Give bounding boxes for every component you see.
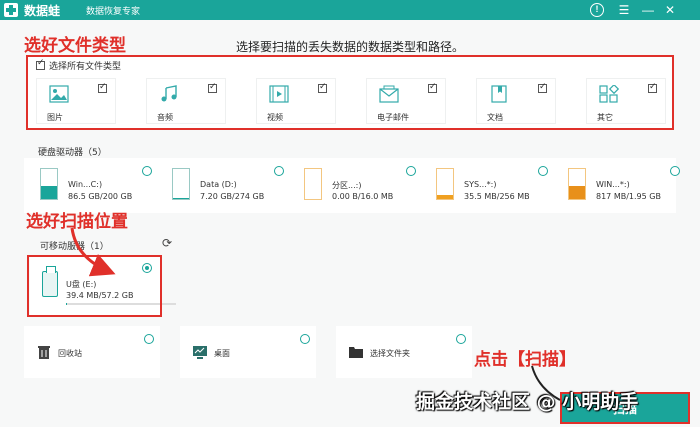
location-recycle-bin[interactable]: 回收站 — [24, 326, 160, 378]
app-subtitle: 数据恢复专家 — [86, 7, 141, 17]
location-radio[interactable] — [300, 334, 310, 344]
drive-name: Win...C:) — [68, 180, 103, 189]
location-radio[interactable] — [144, 334, 154, 344]
removable-label: 可移动服器（1） — [40, 239, 109, 252]
removable-label-text: 可移动服 — [40, 242, 77, 252]
drive-name: SYS...*:) — [464, 180, 497, 189]
drive-item[interactable]: Win...C:) 86.5 GB/200 GB — [28, 158, 154, 208]
hard-drives-label: 硬盘驱动器（5） — [38, 148, 107, 158]
desktop-icon — [193, 346, 207, 359]
annotation-step3: 点击【扫描】 — [474, 350, 576, 370]
folder-icon — [349, 347, 363, 358]
removable-label-suffix: 器（1） — [76, 242, 109, 252]
close-icon[interactable]: ✕ — [662, 2, 678, 18]
location-label: 桌面 — [214, 349, 230, 358]
help-icon[interactable]: ! — [590, 3, 604, 17]
instruction-text: 选择要扫描的丢失数据的数据类型和路径。 — [236, 40, 465, 54]
drive-size: 86.5 GB/200 GB — [68, 192, 133, 201]
hard-drives-panel: Win...C:) 86.5 GB/200 GB Data (D:) 7.20 … — [24, 158, 680, 213]
location-select-folder[interactable]: 选择文件夹 — [336, 326, 472, 378]
hard-drive-icon — [172, 168, 190, 200]
drive-radio[interactable] — [142, 166, 152, 176]
drive-size: 7.20 GB/274 GB — [200, 192, 265, 201]
drive-item[interactable]: SYS...*:) 35.5 MB/256 MB — [424, 158, 550, 208]
annotation-step1: 选好文件类型 — [24, 36, 126, 56]
hard-drive-icon — [568, 168, 586, 200]
drive-item[interactable]: 分区...:) 0.00 B/16.0 MB — [292, 158, 418, 208]
drive-size: 817 MB/1.95 GB — [596, 192, 661, 201]
annotation-box-location — [27, 255, 162, 317]
drive-name: 分区...:) — [332, 181, 362, 190]
drive-radio[interactable] — [670, 166, 680, 176]
hard-drive-icon — [40, 168, 58, 200]
recycle-bin-icon — [38, 346, 50, 359]
location-label: 回收站 — [58, 349, 82, 358]
minimize-icon[interactable]: — — [640, 2, 656, 18]
refresh-icon[interactable]: ⟳ — [162, 236, 172, 250]
menu-icon[interactable]: ☰ — [616, 2, 632, 18]
drive-radio[interactable] — [274, 166, 284, 176]
drive-size: 0.00 B/16.0 MB — [332, 192, 394, 201]
drive-name: Data (D:) — [200, 180, 237, 189]
title-bar: 数据蛙 数据恢复专家 ! ☰ — ✕ — [0, 0, 700, 20]
location-radio[interactable] — [456, 334, 466, 344]
watermark-text: 掘金技术社区 @ 小明助手 — [416, 391, 639, 413]
hard-drive-icon — [436, 168, 454, 200]
annotation-box-types — [26, 55, 674, 130]
hard-drive-icon — [304, 168, 322, 200]
location-label: 选择文件夹 — [370, 349, 410, 358]
drive-radio[interactable] — [406, 166, 416, 176]
drive-item[interactable]: WIN...*:) 817 MB/1.95 GB — [556, 158, 682, 208]
drive-item[interactable]: Data (D:) 7.20 GB/274 GB — [160, 158, 286, 208]
annotation-step2: 选好扫描位置 — [26, 212, 128, 232]
location-desktop[interactable]: 桌面 — [180, 326, 316, 378]
app-logo-icon — [4, 3, 18, 17]
drive-size: 35.5 MB/256 MB — [464, 192, 530, 201]
drive-name: WIN...*:) — [596, 180, 630, 189]
drive-radio[interactable] — [538, 166, 548, 176]
app-name: 数据蛙 — [24, 4, 61, 18]
